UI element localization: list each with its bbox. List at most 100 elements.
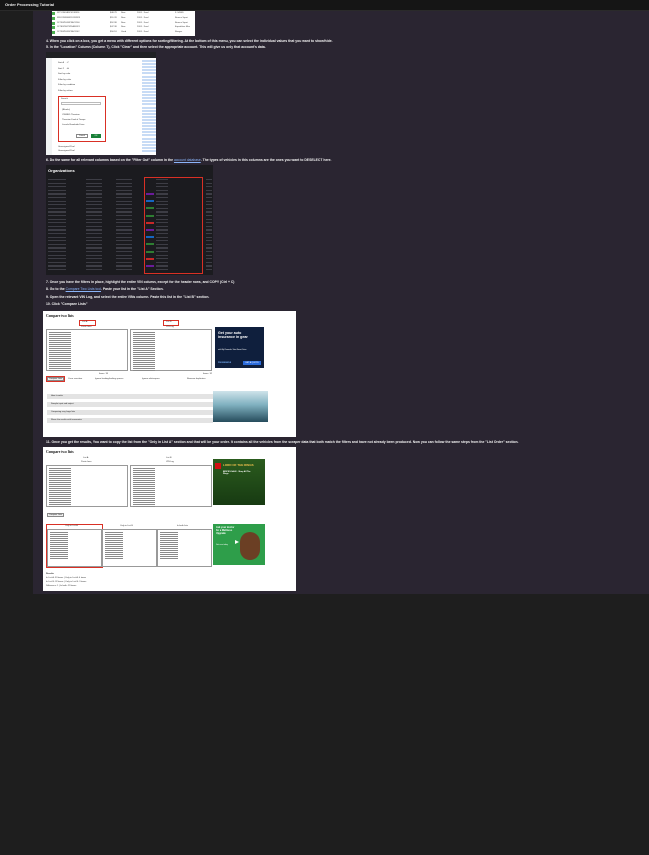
table-row[interactable]: 1FTEW1EP3PFA56921 $47.3K New 2024 · Ford Exp… (52, 26, 195, 30)
list-entry (133, 499, 155, 501)
column-cell (142, 63, 156, 66)
org-cell (116, 251, 132, 253)
filter-menu-item[interactable]: Filter by values (58, 90, 73, 92)
org-name-cell (48, 229, 66, 231)
lego-lotr-ad[interactable]: LORD OF THE RINGS BRICKS SALE · Shop All… (213, 459, 265, 505)
table-row[interactable]: 1FTFW1E55PFA71142 $50.1K Used 2024 · Ford Ra… (52, 31, 195, 35)
list-a-textarea[interactable] (46, 329, 128, 371)
org-cell (116, 204, 132, 206)
org-cell (116, 243, 132, 245)
list-entry (133, 505, 155, 507)
cell-loc: 2024 · Ford (137, 21, 149, 24)
row-checkbox-icon[interactable] (52, 26, 55, 30)
account-database-link[interactable]: account database (174, 158, 201, 162)
list-entry (105, 551, 123, 553)
filter-menu-item[interactable]: Sort A → Z (58, 62, 69, 64)
list-entry (133, 491, 155, 493)
row-checkbox-icon[interactable] (52, 16, 55, 20)
org-cell (86, 254, 102, 256)
cell-price: $48.7K (110, 12, 117, 14)
screenshot-compare-lists: Compare two lists List A Paste here List… (43, 311, 296, 437)
cell-city: F. 3456D (175, 12, 184, 14)
list-entry (133, 335, 155, 337)
ok-button[interactable]: OK (91, 134, 101, 138)
list-entry (49, 481, 71, 483)
org-name-cell (48, 218, 66, 220)
list-entry (49, 333, 71, 335)
list-entry (133, 347, 155, 349)
filter-menu-item[interactable]: Filter by color (58, 79, 71, 81)
faq-section[interactable]: How it works (47, 394, 213, 399)
row-checkbox-icon[interactable] (52, 12, 55, 15)
compare-lists-button[interactable]: Compare Lists (47, 377, 64, 381)
filter-value-option[interactable]: Lincoln Roadside Drive (62, 124, 85, 126)
org-name-cell (48, 207, 66, 209)
filter-menu-item[interactable]: Sort by color (58, 73, 70, 75)
org-name-cell (48, 269, 66, 271)
insurance-ad[interactable]: Get your auto insurance in gear with My … (215, 327, 264, 368)
list-entry (133, 475, 155, 477)
filter-value-option[interactable]: Thornton Ford of Tempe (62, 119, 85, 121)
faq-section[interactable]: Sample input and output (47, 402, 213, 407)
org-cell (206, 236, 212, 238)
compare-two-lists-link[interactable]: Compare Two Lists tool (66, 287, 101, 291)
cell-city: Expedition Max (175, 26, 190, 29)
column-cell (142, 106, 156, 109)
option-ignore-whitespace[interactable]: Ignore whitespace (142, 378, 160, 380)
org-cell (206, 240, 212, 242)
only-in-a-list[interactable] (47, 529, 102, 567)
option-ignore-spaces[interactable]: Ignore leading/trailing spaces (95, 378, 123, 380)
org-cell (86, 197, 102, 199)
ad-quote-button[interactable]: GET A QUOTE (243, 361, 261, 365)
list-a-textarea-2[interactable] (46, 465, 128, 507)
list-a-label-2: List A (83, 457, 89, 459)
column-cell (142, 75, 156, 78)
faq-section[interactable]: Share the results with teammates (47, 418, 213, 423)
list-b-textarea[interactable] (130, 329, 212, 371)
healthcare-ad[interactable]: Ask your doctor for a Wellness Upgrade G… (213, 524, 265, 565)
list-entry (50, 553, 68, 555)
list-entry (133, 357, 155, 359)
cancel-button[interactable]: Cancel (76, 134, 88, 138)
table-row[interactable]: WFO2B3SB5P0138923 $51.2K New 2024 · Ford Bro… (52, 16, 195, 20)
filter-value-option[interactable]: OWNED Thornton (62, 114, 80, 116)
list-entry (105, 533, 123, 535)
option-remove-duplicates[interactable]: Remove duplicates (187, 378, 206, 380)
table-row[interactable]: 1FTFW1E58PFA71260 $52.9K New 2024 · Ford Bro… (52, 21, 195, 25)
org-cell (86, 258, 102, 260)
list-entry (105, 553, 123, 555)
org-cell (86, 189, 102, 191)
list-b-textarea-2[interactable] (130, 465, 212, 507)
org-cell (86, 179, 102, 181)
filter-menu-item[interactable]: Filter by condition (58, 84, 75, 86)
table-row[interactable]: WT1234SB5P0138916 $48.7K New 2024 · Ford F. … (52, 12, 195, 15)
list-entry (160, 539, 178, 541)
list-a-sub: Paste here (81, 326, 92, 328)
faq-section[interactable]: Comparing very large lists (47, 410, 213, 415)
compare-lists-button-2[interactable]: Compare Lists (47, 513, 64, 517)
org-name-cell (48, 258, 66, 260)
list-entry (49, 357, 71, 359)
list-entry (49, 345, 71, 347)
step-8-text-end: . Paste your list in the "List A" Sectio… (100, 287, 164, 291)
landscape-ad-image[interactable] (213, 391, 268, 422)
filter-menu-item[interactable]: Sort Z → A (58, 68, 69, 70)
column-cell (142, 94, 156, 97)
filter-value-option[interactable]: (Blanks) (62, 109, 70, 111)
in-both-label: In both lists (177, 525, 189, 527)
in-both-list[interactable] (157, 529, 212, 567)
list-b-label: List B (166, 321, 172, 323)
search-input[interactable] (61, 102, 101, 105)
row-checkbox-icon[interactable] (52, 21, 55, 25)
row-checkbox-icon[interactable] (52, 31, 55, 35)
list-entry (133, 473, 155, 475)
option-case-sensitive[interactable]: Case sensitive (68, 378, 82, 380)
list-entry (49, 367, 71, 369)
org-cell (206, 193, 212, 195)
list-entry (50, 551, 68, 553)
org-name-cell (48, 215, 66, 217)
list-entry (49, 485, 71, 487)
screenshot-compare-results: Compare two lists List A Paste here List… (43, 447, 296, 591)
only-in-b-list[interactable] (102, 529, 157, 567)
org-cell (206, 215, 212, 217)
